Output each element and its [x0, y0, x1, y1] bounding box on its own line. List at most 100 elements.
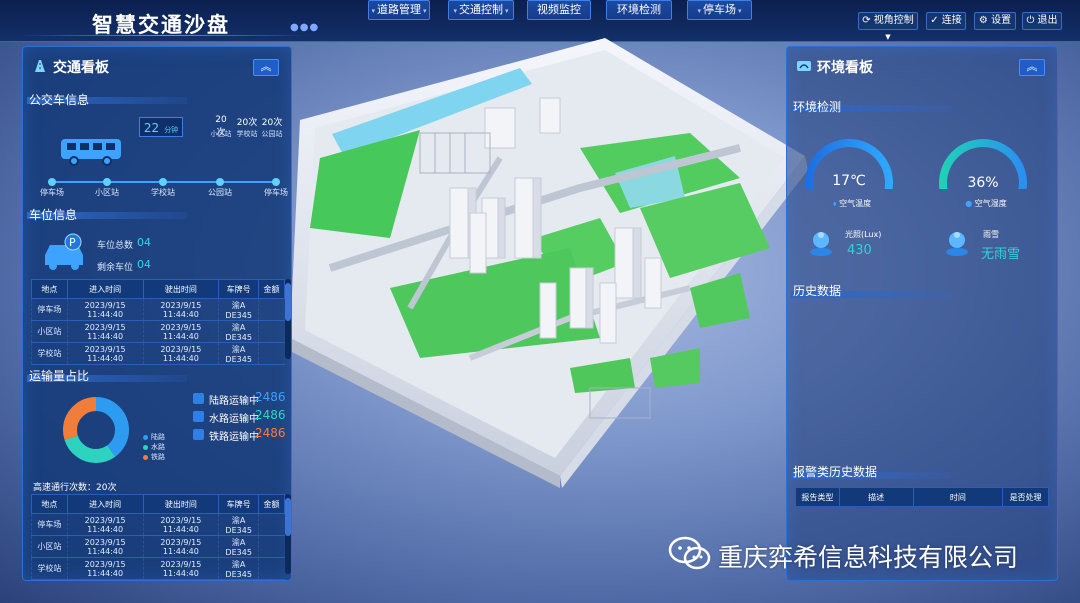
- ship-icon: [193, 411, 204, 422]
- bus-count-2: 20次: [236, 118, 258, 128]
- nav-video-monitor[interactable]: 视频监控: [527, 0, 591, 20]
- route-stop-dot: [103, 178, 111, 186]
- highway-count: 高速通行次数：20次: [33, 483, 117, 493]
- table-row[interactable]: 学校站 2023/9/15 11:44:40 2023/9/15 11:44:40 渝…: [31, 557, 285, 580]
- wechat-icon: [668, 536, 711, 570]
- transport-share-title: 运输量占比: [29, 369, 90, 383]
- land-transport-row: 陆路运输中 2486: [193, 390, 293, 407]
- humidity-value: 36%: [967, 175, 999, 191]
- route-stop-dot: [48, 178, 56, 186]
- nav-environment-detection[interactable]: 环境检测: [606, 0, 672, 20]
- environment-dashboard-panel: 环境看板 ︽ 环境检测 17℃ ⬧ 空气温度 36% ● 空气湿度 光照(Lux…: [786, 46, 1058, 581]
- nav-parking[interactable]: ▾ 停车场 ▾: [687, 0, 752, 20]
- chevron-down-icon: ▾: [423, 7, 427, 15]
- nav-road-management[interactable]: ▾ 道路管理 ▾: [368, 0, 430, 20]
- legend-dot: [143, 444, 148, 450]
- rail-transport-row: 铁路运输中 2486: [193, 426, 293, 443]
- gear-icon: ⚙: [978, 15, 988, 26]
- table-header-cell: 是否处理: [1002, 487, 1049, 507]
- refresh-icon: ⟳: [862, 15, 871, 26]
- light-label: 光照(Lux): [845, 230, 882, 239]
- temperature-label: ⬧ 空气温度: [832, 199, 872, 208]
- svg-text:P: P: [69, 236, 76, 249]
- parking-car-icon: P: [45, 233, 83, 270]
- table-header-cell: 车牌号: [218, 494, 260, 514]
- title-underline: [20, 35, 310, 36]
- table-row[interactable]: 小区站 2023/9/15 11:44:40 2023/9/15 11:44:40 渝…: [31, 320, 285, 343]
- table-header-row: 报告类型 描述 时间 是否处理: [795, 487, 1049, 507]
- legend-dot: [143, 434, 148, 440]
- light-sensor-icon: [810, 232, 832, 256]
- transport-donut-chart: [63, 397, 129, 463]
- double-chevron-up-icon: ︽: [260, 60, 272, 73]
- table-header-cell: 地点: [31, 279, 68, 299]
- panel-header: 交通看板 ︽: [23, 47, 291, 83]
- table-header-row: 地点 进入时间 驶出时间 车牌号 金额: [31, 494, 285, 514]
- panel-header: 环境看板 ︽: [787, 47, 1057, 83]
- table-row[interactable]: 停车场 2023/9/15 11:44:40 2023/9/15 11:44:40 渝…: [31, 298, 285, 321]
- sand-table-model[interactable]: [270, 38, 810, 488]
- top-bar: 智慧交通沙盘 ●●● ▾ 道路管理 ▾ ▾ 交通控制 ▾ 视频监控 环境检测 ▾ 停车场 ▾…: [0, 0, 1080, 42]
- parking-total-label: 车位总数: [97, 241, 134, 251]
- land-transport-value: 2486: [255, 390, 286, 404]
- rain-value: 无雨雪: [981, 247, 1021, 262]
- route-stop-label: 小区站: [95, 188, 119, 197]
- route-stop-dot: [272, 178, 280, 186]
- settings-button[interactable]: ⚙ 设置: [974, 12, 1016, 30]
- nav-marker-icon: ▾: [371, 7, 375, 15]
- temperature-value: 17℃: [832, 173, 866, 189]
- route-stop-label: 公园站: [208, 188, 232, 197]
- table-row[interactable]: 小区站 2023/9/15 11:44:40 2023/9/15 11:44:40 渝…: [31, 535, 285, 558]
- company-name: 重庆弈希信息科技有限公司: [718, 543, 1019, 572]
- scrollbar-thumb[interactable]: [285, 283, 291, 321]
- table-row[interactable]: 学校站 2023/9/15 11:44:40 2023/9/15 11:44:40 渝…: [31, 342, 285, 365]
- route-stop-dot: [159, 178, 167, 186]
- table-header-cell: 时间: [912, 487, 1004, 507]
- water-transport-value: 2486: [255, 408, 286, 422]
- bus-count-3: 20次: [261, 118, 283, 128]
- light-value: 430: [847, 243, 872, 258]
- scrollbar-thumb[interactable]: [285, 498, 291, 536]
- panel-title: 环境看板: [817, 60, 873, 76]
- env-detection-title: 环境检测: [793, 100, 842, 114]
- bus-count-stop-3: 公园站: [261, 130, 283, 138]
- alarm-history-title: 报警类历史数据: [793, 465, 878, 479]
- sand-table-illustration: [288, 38, 808, 488]
- legend-item: 陆路: [143, 432, 165, 442]
- logout-button[interactable]: ⏻ 退出: [1022, 12, 1062, 30]
- bus-eta-unit: 分钟: [164, 126, 179, 134]
- table-header-cell: 描述: [838, 487, 914, 507]
- water-transport-row: 水路运输中 2486: [193, 408, 293, 425]
- connect-button[interactable]: ✓ 连接: [926, 12, 966, 30]
- road-icon: [35, 60, 45, 72]
- view-control-dropdown[interactable]: ⟳ 视角控制 ▼: [858, 12, 918, 41]
- parking-remaining-label: 剩余车位: [97, 263, 134, 273]
- legend-item: 铁路: [143, 452, 165, 462]
- collapse-button[interactable]: ︽: [1019, 59, 1045, 76]
- table-scrollbar[interactable]: [285, 494, 291, 574]
- thermometer-icon: ⬧: [832, 199, 837, 208]
- rail-transport-value: 2486: [255, 426, 286, 440]
- history-data-title: 历史数据: [793, 284, 842, 298]
- route-stop-dot: [216, 178, 224, 186]
- humidity-label: ● 空气湿度: [965, 199, 1007, 208]
- legend-item: 水路: [143, 442, 165, 452]
- route-stop-label: 停车场: [264, 188, 288, 197]
- table-header-cell: 车牌号: [218, 279, 260, 299]
- rain-sensor-icon: [946, 232, 968, 256]
- bus-eta-value: 22: [143, 121, 160, 135]
- nav-traffic-control[interactable]: ▾ 交通控制 ▾: [448, 0, 514, 20]
- bus-icon: [61, 139, 121, 166]
- table-header-cell: 地点: [31, 494, 68, 514]
- traffic-dashboard-panel: 交通看板 ︽ 公交车信息 22 分钟 20次 20次 20次 小区站 学校站 公…: [22, 46, 292, 581]
- table-header-cell: 进入时间: [66, 494, 144, 514]
- table-scrollbar[interactable]: [285, 279, 291, 359]
- route-stop-label: 停车场: [40, 188, 64, 197]
- table-header-cell: 金额: [258, 279, 285, 299]
- collapse-button[interactable]: ︽: [253, 59, 279, 76]
- table-row[interactable]: 停车场 2023/9/15 11:44:40 2023/9/15 11:44:40 渝…: [31, 513, 285, 536]
- table-header-cell: 报告类型: [795, 487, 840, 507]
- table-header-cell: 驶出时间: [142, 279, 220, 299]
- bus-count-stop-2: 学校站: [236, 130, 258, 138]
- table-header-cell: 金额: [258, 494, 285, 514]
